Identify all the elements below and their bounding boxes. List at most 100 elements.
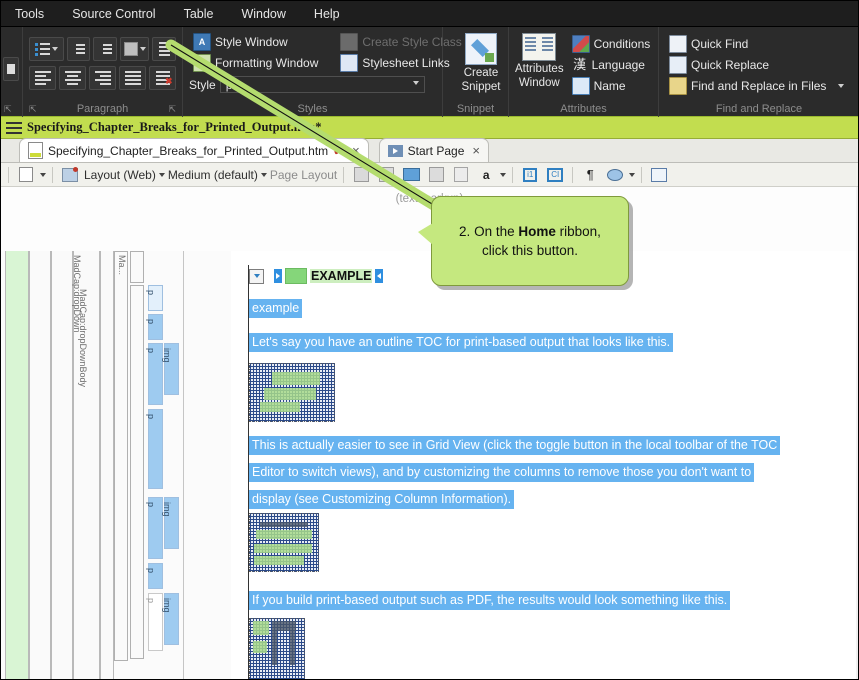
find-and-replace-in-files-button[interactable]: Find and Replace in Files <box>665 75 853 96</box>
line-spacing-icon[interactable] <box>120 37 150 61</box>
toc-grid-view-screenshot[interactable] <box>249 513 319 572</box>
paragraph-dialog-launcher[interactable]: ⇱ <box>29 104 37 115</box>
increase-indent-icon[interactable] <box>93 37 118 61</box>
insert-link-icon[interactable] <box>425 164 447 185</box>
tag-p[interactable]: p <box>146 343 163 405</box>
ribbon-group-label-styles: Styles <box>297 103 328 115</box>
decrease-indent-icon[interactable] <box>66 37 91 61</box>
menu-item-help[interactable]: Help <box>300 1 354 27</box>
paragraph-grid-view-line2[interactable]: Editor to switch views), and by customiz… <box>249 463 755 482</box>
justify-icon[interactable] <box>119 66 146 90</box>
chevron-down-icon[interactable] <box>629 172 636 177</box>
create-snippet-button[interactable]: Create Snippet <box>449 31 513 95</box>
paragraph-properties-icon[interactable] <box>152 37 176 61</box>
align-left-icon[interactable] <box>29 66 56 90</box>
tab-close-icon[interactable]: × <box>472 143 480 158</box>
structure-bar-html[interactable] <box>5 251 29 679</box>
structure-bars[interactable]: MadCap:dropDown Ma... MadCap:dropDownBod… <box>1 251 231 679</box>
conditions-button[interactable]: Conditions <box>568 33 655 54</box>
medium-selector[interactable]: Medium (default) <box>168 168 258 182</box>
chevron-down-icon[interactable] <box>838 83 845 88</box>
clear-formatting-icon[interactable]: ✖ <box>149 66 176 90</box>
insert-concept-icon[interactable]: CI <box>544 164 566 185</box>
tag-p[interactable]: p <box>146 497 163 559</box>
xml-editor-canvas[interactable]: (text markup) MadCap:dropDown Ma... MadC… <box>1 187 858 679</box>
structure-bar-div[interactable] <box>51 251 73 679</box>
style-combobox[interactable]: p <box>219 76 425 99</box>
tag-madcap-dropdown-head[interactable]: Ma... <box>117 251 144 283</box>
chevron-down-icon[interactable] <box>40 172 46 177</box>
highlight-tags-icon[interactable] <box>59 164 81 185</box>
tag-p[interactable]: p <box>146 314 163 340</box>
paragraph-example[interactable]: example <box>249 299 303 318</box>
tag-img[interactable]: img <box>161 593 179 645</box>
tag-madcap-dropdown[interactable]: MadCap:dropDown <box>72 251 128 661</box>
insert-equation-icon[interactable] <box>450 164 472 185</box>
callout-bubble: 2. On the Home ribbon, click this button… <box>418 196 629 286</box>
dropdown-toggle-icon[interactable] <box>249 268 264 284</box>
structure-bar-wrapper[interactable] <box>100 251 114 679</box>
vertical-scrollbar[interactable] <box>856 187 858 679</box>
tab-modified-mark: ✔ <box>333 142 345 158</box>
paragraph-pdf-output[interactable]: If you build print-based output such as … <box>249 591 731 610</box>
name-icon <box>571 76 590 95</box>
layout-selector[interactable]: Layout (Web) <box>84 168 156 182</box>
document-page[interactable]: EXAMPLE example Let's say you have an ou… <box>231 251 858 679</box>
clipboard-icon[interactable] <box>3 57 19 81</box>
dropdown-hotspot-row[interactable]: EXAMPLE <box>249 268 384 284</box>
tag-madcap-dropdown-head-label: Ma... <box>116 255 127 276</box>
tag-p[interactable]: p <box>145 563 163 589</box>
character-format-icon[interactable]: a <box>475 164 497 185</box>
show-structure-bars-icon[interactable] <box>648 164 670 185</box>
tab-close-icon[interactable]: × <box>352 143 360 158</box>
align-right-icon[interactable] <box>89 66 116 90</box>
align-center-icon[interactable] <box>59 66 86 90</box>
menu-hamburger-icon[interactable] <box>6 121 22 134</box>
style-window-button[interactable]: A Style Window <box>189 31 322 52</box>
paragraph-dialog-launcher-2[interactable]: ⇱ <box>168 104 176 115</box>
insert-snippet-icon[interactable] <box>375 164 397 185</box>
paragraph-grid-view-line3[interactable]: display (see Customizing Column Informat… <box>249 490 515 509</box>
language-icon: 漢 <box>573 56 587 72</box>
tag-p[interactable]: p <box>146 409 163 489</box>
menu-item-tools[interactable]: Tools <box>1 1 58 27</box>
name-button[interactable]: Name <box>568 75 655 96</box>
clipboard-dialog-launcher[interactable]: ⇱ <box>4 104 12 115</box>
chevron-down-icon[interactable] <box>500 172 507 177</box>
formatting-window-button[interactable]: Formatting Window <box>189 52 322 73</box>
pdf-output-screenshot[interactable] <box>249 618 305 679</box>
tag-p[interactable]: p <box>146 285 163 311</box>
insert-image-icon[interactable] <box>400 164 422 185</box>
preview-icon[interactable] <box>15 164 37 185</box>
menu-item-window[interactable]: Window <box>227 1 299 27</box>
show-tags-icon[interactable] <box>604 164 626 185</box>
quick-find-button[interactable]: Quick Find <box>665 33 853 54</box>
tag-img[interactable]: img <box>162 497 179 549</box>
quick-replace-button[interactable]: Quick Replace <box>665 54 853 75</box>
ribbon-group-paragraph: ✖ Paragraph ⇱ ⇱ <box>23 27 183 117</box>
chevron-down-icon[interactable] <box>260 172 267 177</box>
tag-p[interactable]: p <box>146 593 163 651</box>
page-layout-selector[interactable]: Page Layout <box>270 168 337 182</box>
chevron-down-icon[interactable] <box>158 172 165 177</box>
insert-index-keyword-icon[interactable]: i1 <box>519 164 541 185</box>
paragraph-intro[interactable]: Let's say you have an outline TOC for pr… <box>249 333 674 352</box>
tab-specifying-chapter-breaks[interactable]: Specifying_Chapter_Breaks_for_Printed_Ou… <box>19 138 369 162</box>
menu-item-table[interactable]: Table <box>170 1 228 27</box>
style-window-icon: A <box>193 32 211 51</box>
tab-start-page[interactable]: Start Page × <box>378 138 489 162</box>
toc-outline-screenshot[interactable] <box>249 363 335 422</box>
bulleted-list-icon[interactable] <box>29 37 64 61</box>
paragraph-grid-view-line1[interactable]: This is actually easier to see in Grid V… <box>249 436 781 455</box>
tag-p-label: p <box>145 568 156 574</box>
menu-item-source-control[interactable]: Source Control <box>58 1 169 27</box>
show-marks-icon[interactable]: ¶ <box>579 164 601 185</box>
tag-img[interactable]: img <box>162 343 179 395</box>
callout-tail <box>418 223 433 245</box>
tag-img-label: img <box>161 598 172 613</box>
language-button[interactable]: 漢 Language <box>568 54 655 75</box>
tag-madcap-dropdown-body[interactable]: MadCap:dropDownBody <box>78 285 144 659</box>
attributes-window-button[interactable]: Attributes Window <box>515 31 564 95</box>
insert-table-icon[interactable] <box>350 164 372 185</box>
structure-bar-body[interactable] <box>29 251 51 679</box>
